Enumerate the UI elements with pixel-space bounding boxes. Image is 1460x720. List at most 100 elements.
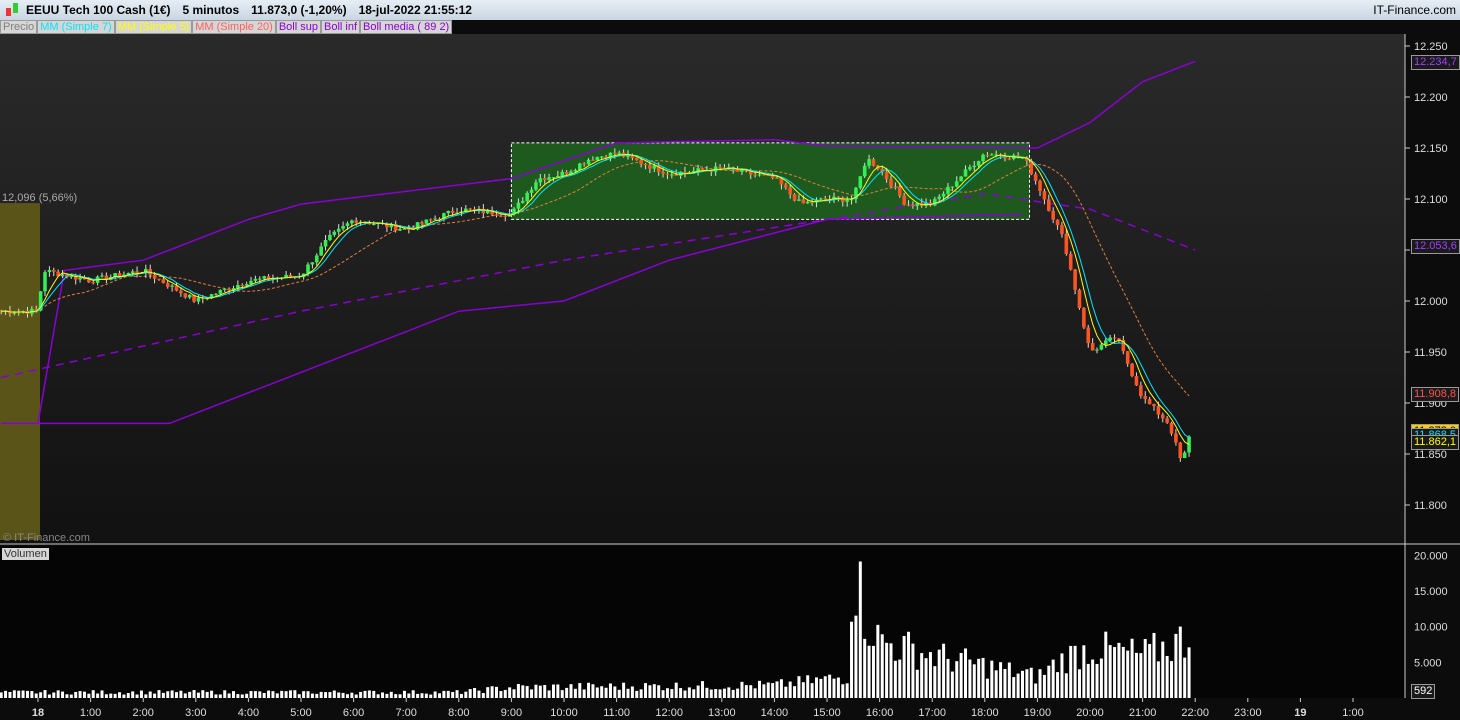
volume-bar (188, 691, 192, 698)
title-bar: EEUU Tech 100 Cash (1€) 5 minutos 11.873… (0, 0, 1460, 20)
volume-bar (161, 692, 165, 698)
candle (670, 174, 674, 176)
volume-bar (819, 678, 823, 698)
volume-bar (788, 681, 792, 698)
volume-bar (648, 685, 652, 698)
volume-bar (468, 689, 472, 698)
legend-item[interactable]: MM (Simple 5) (114, 20, 193, 34)
volume-bar (43, 690, 47, 698)
candle (1046, 199, 1051, 211)
volume-bar (1007, 662, 1011, 698)
candle (1064, 233, 1069, 254)
volume-bar (1113, 647, 1117, 698)
volume-bar (657, 685, 661, 698)
volume-bar (367, 690, 371, 698)
volume-bar (429, 694, 433, 698)
volume-bar (753, 688, 757, 698)
candle (1086, 327, 1091, 344)
candle (547, 177, 551, 180)
volume-bar (442, 690, 446, 698)
volume-bar (534, 684, 538, 698)
volume-bar (880, 634, 884, 698)
volume-bar (297, 694, 301, 698)
volume-bar (1183, 657, 1187, 698)
volume-bar (1108, 645, 1112, 698)
timeframe[interactable]: 5 minutos (183, 3, 240, 17)
candle (402, 228, 407, 230)
volume-bar (236, 694, 240, 698)
candle (1068, 253, 1073, 270)
volume-bar (714, 689, 718, 698)
price-chart[interactable]: 12.25012.20012.15012.10012.05012.00011.9… (0, 34, 1460, 720)
candle (319, 246, 323, 256)
candle (968, 167, 972, 170)
legend-item[interactable]: Boll inf (320, 20, 361, 34)
volume-bar (955, 661, 959, 698)
volume-bar (1095, 663, 1099, 698)
volume-bar (354, 694, 358, 698)
candle (332, 231, 337, 235)
volume-bar (635, 690, 639, 698)
time-tick-label: 1:00 (1342, 707, 1363, 719)
candle (959, 176, 963, 182)
legend-item[interactable]: MM (Simple 20) (192, 20, 276, 34)
candle (805, 201, 810, 204)
candle (542, 178, 547, 180)
volume-bar (394, 694, 398, 698)
volume-bar (1126, 650, 1130, 698)
candle (446, 210, 451, 214)
volume-bar (205, 691, 209, 698)
volume-bar (389, 691, 393, 698)
candle (1007, 158, 1012, 160)
candle (788, 187, 792, 195)
time-tick-label: 15:00 (813, 707, 841, 719)
candle (420, 222, 424, 224)
legend-item[interactable]: MM (Simple 7) (37, 20, 115, 34)
volume-bar (214, 694, 218, 698)
volume-bar (556, 684, 560, 698)
candle (398, 229, 402, 231)
candle (1095, 349, 1099, 351)
candle (906, 204, 911, 206)
candle (797, 199, 801, 201)
volume-bar (744, 685, 748, 698)
candle (152, 274, 157, 279)
volume-bar (65, 694, 69, 698)
volume-bar (1064, 673, 1068, 698)
candle (336, 228, 341, 232)
volume-bar (696, 685, 700, 698)
time-tick-label: 13:00 (708, 707, 736, 719)
volume-bar (4, 690, 8, 698)
volume-bar (1156, 661, 1160, 698)
candle (341, 226, 345, 229)
volume-tick-label: 5.000 (1414, 657, 1442, 669)
candle (310, 262, 315, 265)
volume-bar (144, 694, 148, 698)
volume-bar (223, 690, 227, 698)
volume-bar (381, 692, 385, 698)
volume-bar (1134, 652, 1138, 698)
volume-bar (196, 692, 200, 698)
candle (100, 275, 104, 277)
candle (529, 189, 534, 193)
candle (941, 193, 946, 197)
price-tag: 12.053,6 (1411, 239, 1460, 255)
legend-item[interactable]: Boll media ( 89 2) (360, 20, 453, 34)
candle (665, 173, 670, 175)
legend-item[interactable]: Boll sup (275, 20, 321, 34)
volume-bar (359, 691, 363, 698)
volume-bar (411, 690, 415, 698)
volume-bar (551, 684, 555, 698)
volume-bar (665, 688, 669, 698)
candle (345, 223, 350, 227)
candle (595, 156, 600, 161)
volume-plot-area (0, 546, 1405, 698)
volume-bar (271, 691, 275, 698)
price-tick-label: 12.100 (1414, 194, 1448, 206)
volume-bar (850, 621, 854, 698)
candle (214, 293, 218, 295)
legend-item[interactable]: Precio (0, 20, 38, 34)
candle (990, 154, 994, 156)
candle (564, 172, 569, 175)
volume-bar (1174, 633, 1178, 698)
